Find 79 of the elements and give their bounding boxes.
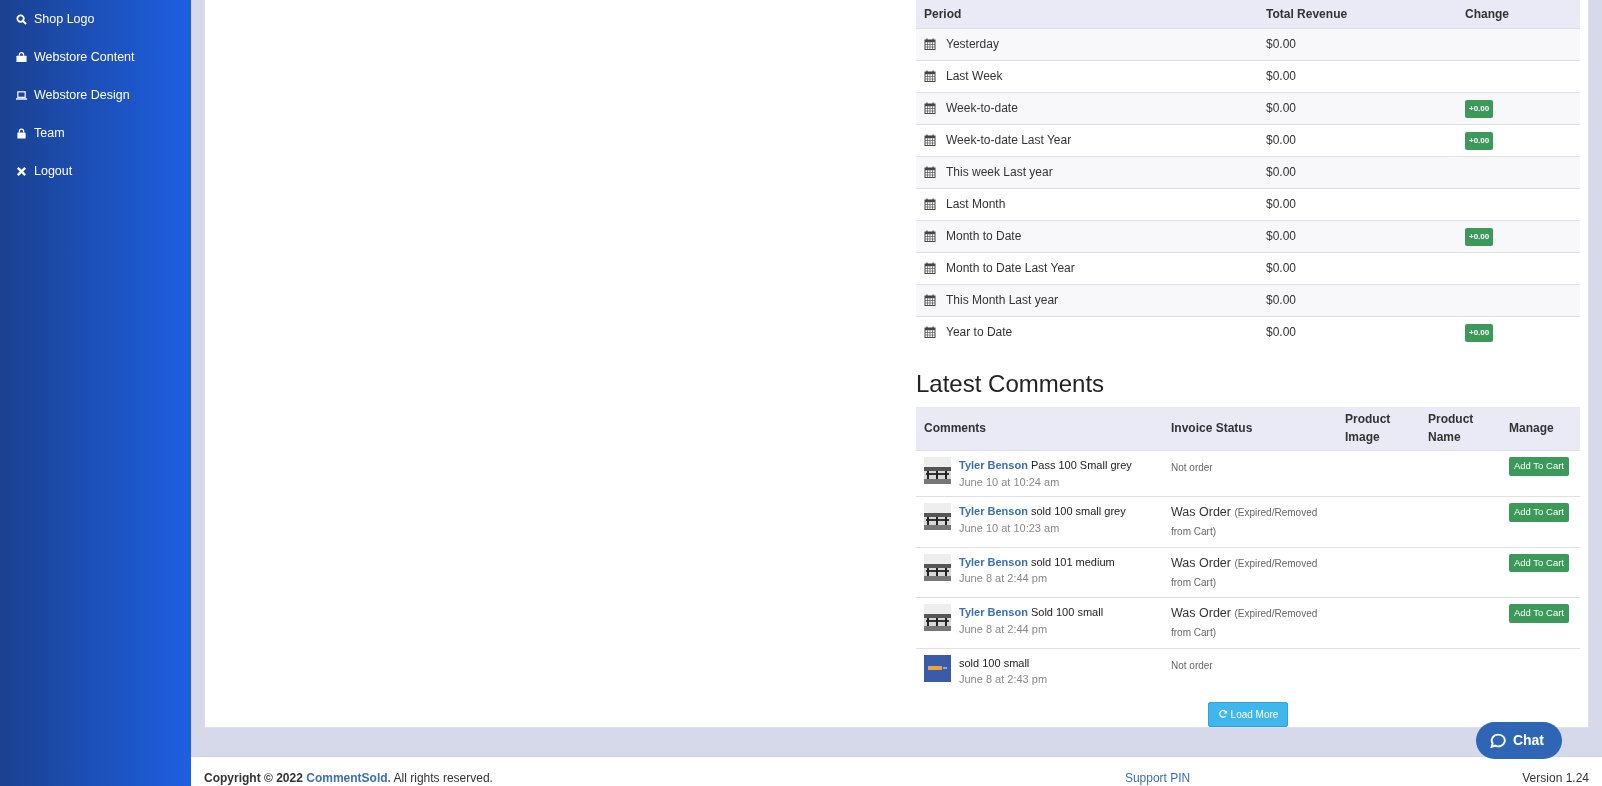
comment-text: Tyler Benson sold 100 small grey [959,504,1126,520]
comment-text: Tyler Benson sold 101 medium [959,554,1115,570]
change-badge: +0.00 [1465,228,1494,246]
add-to-cart-button[interactable]: Add To Cart [1509,553,1569,573]
chat-icon [1489,733,1507,748]
period-label: Year to Date [946,325,1013,340]
invoice-status: Not order [1171,461,1213,476]
close-icon [16,165,27,177]
revenue-cell: $0.00 [1258,284,1457,316]
add-to-cart-button[interactable]: Add To Cart [1509,604,1569,623]
change-badge: +0.00 [1465,324,1494,343]
calendar-icon [924,198,936,210]
calendar-icon [924,230,936,242]
calendar-icon [924,134,936,146]
calendar-icon [924,102,936,114]
author-link[interactable]: Tyler Benson [959,505,1028,518]
version-text: Version 1.24 [1522,770,1589,786]
laptop-icon [16,89,27,101]
period-label: Week-to-date [946,101,1018,115]
lock-icon [16,127,27,139]
add-to-cart-button[interactable]: Add To Cart [1509,457,1569,476]
period-label: Yesterday [946,37,999,51]
period-label: This week Last year [946,165,1053,179]
comment-time: June 8 at 2:43 pm [959,672,1048,688]
revenue-cell: $0.00 [1258,28,1457,60]
period-label: Month to Date Last Year [946,261,1075,275]
company-link[interactable]: CommentSold. [306,771,391,786]
sidebar-item[interactable]: Team [0,114,191,152]
author-link[interactable]: Tyler Benson [959,459,1028,472]
chat-button[interactable]: Chat [1475,722,1562,759]
author-link[interactable]: Tyler Benson [959,606,1028,619]
search-icon [16,13,27,25]
comment-text: sold 100 small [959,655,1031,671]
comment-text: Tyler Benson Sold 100 small [959,605,1104,621]
column-header: Invoice Status [1163,406,1337,451]
revenue-cell: $0.00 [1258,156,1457,188]
period-label: This Month Last year [946,293,1059,307]
calendar-icon [924,326,936,339]
sidebar-item[interactable]: Webstore Design [0,76,191,114]
comment-time: June 8 at 2:44 pm [959,571,1049,587]
change-badge: +0.00 [1465,132,1494,150]
revenue-cell: $0.00 [1258,316,1457,348]
calendar-icon [924,262,936,274]
invoice-status: Not order [1171,658,1213,673]
comment-text: Tyler Benson Pass 100 Small grey [959,458,1132,474]
invoice-status: Was Order (Expired/Removed from Cart) [1171,504,1319,540]
revenue-cell: $0.00 [1258,92,1457,124]
sidebar-item[interactable]: Webstore Content [0,38,191,76]
column-header: Period [916,0,1258,28]
column-header: Product Image [1337,406,1420,451]
period-label: Last Week [946,69,1003,83]
change-badge: +0.00 [1465,100,1494,118]
calendar-icon [924,70,936,82]
copyright-text: Copyright © 2022 CommentSold. All rights reserved. [204,770,493,786]
period-label: Month to Date [946,229,1022,243]
add-to-cart-button[interactable]: Add To Cart [1509,503,1569,522]
column-header: Product Name [1420,406,1501,451]
calendar-icon [924,294,936,306]
invoice-status: Was Order (Expired/Removed from Cart) [1171,554,1319,590]
calendar-icon [924,166,936,178]
revenue-cell: $0.00 [1258,220,1457,252]
comment-time: June 10 at 10:23 am [959,520,1061,536]
bag-icon [16,51,27,63]
column-header: Total Revenue [1258,0,1457,28]
column-header: Manage [1501,406,1580,451]
calendar-icon [924,38,936,50]
column-header: Comments [916,406,1163,451]
period-label: Last Month [946,197,1006,211]
sidebar-item[interactable]: Logout [0,152,191,190]
author-link[interactable]: Tyler Benson [959,555,1028,568]
invoice-status: Was Order (Expired/Removed from Cart) [1171,605,1319,641]
support-pin-link[interactable]: Support PIN [1124,769,1191,786]
refresh-icon [1217,709,1228,720]
period-label: Week-to-date Last Year [946,133,1072,147]
sidebar-item[interactable]: Shop Logo [0,0,191,38]
comment-time: June 10 at 10:24 am [959,474,1061,490]
section-heading: Latest Comments [916,370,1106,399]
column-header: Change [1457,0,1580,28]
comment-time: June 8 at 2:44 pm [959,621,1049,637]
